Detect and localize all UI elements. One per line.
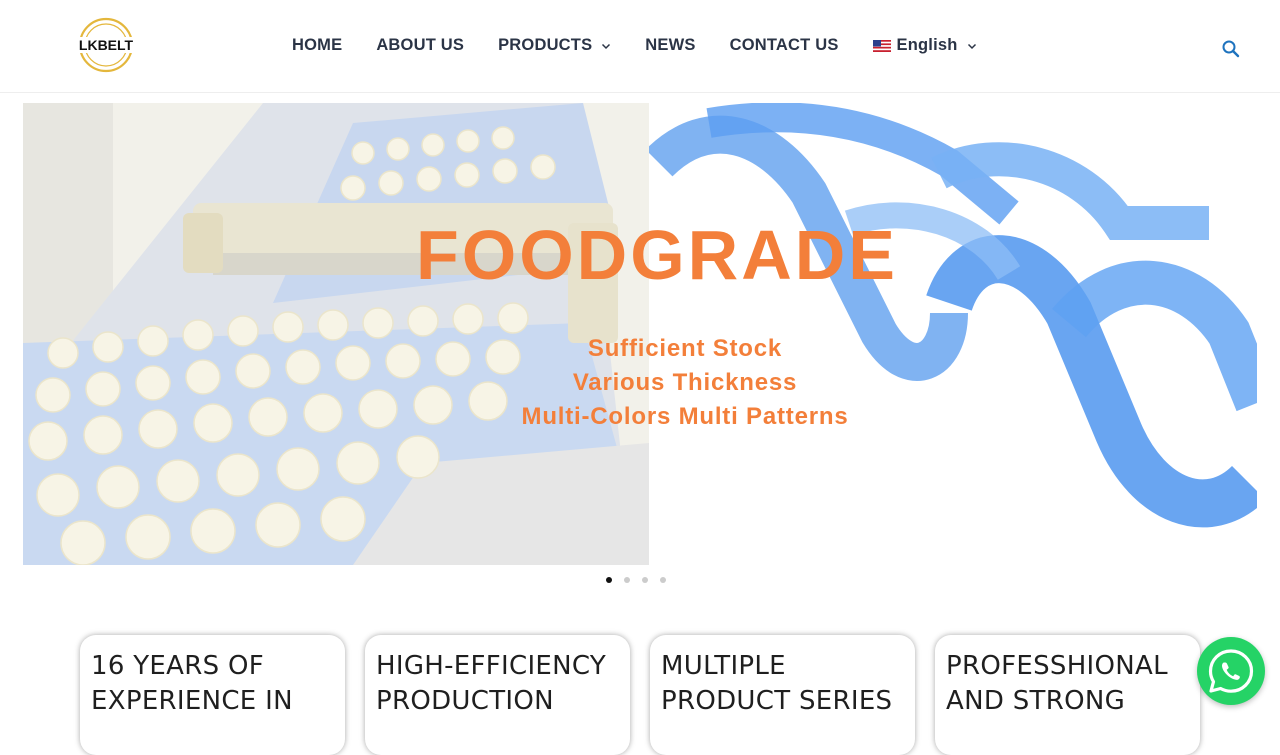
nav-contact[interactable]: CONTACT US [730, 36, 839, 55]
whatsapp-icon [1208, 649, 1254, 693]
chevron-down-icon [602, 43, 611, 49]
main-nav: HOME ABOUT US PRODUCTS NEWS CONTACT US E… [292, 36, 977, 55]
hero-line-2: Various Thickness [572, 369, 798, 396]
hero-line-3: Multi-Colors Multi Patterns [521, 403, 849, 430]
hero-line-1: Sufficient Stock [587, 335, 783, 362]
feature-card-title: HIGH-EFFICIENCY PRODUCTION [376, 651, 607, 716]
nav-products-label: PRODUCTS [498, 36, 593, 54]
feature-card: 16 YEARS OF EXPERIENCE IN [80, 635, 345, 755]
feature-card: HIGH-EFFICIENCY PRODUCTION [365, 635, 630, 755]
language-label: English [896, 36, 958, 54]
nav-home-label: HOME [292, 36, 343, 54]
slider-dot-3[interactable] [642, 577, 648, 583]
nav-news-label: NEWS [645, 36, 696, 54]
slider-dot-1[interactable] [606, 577, 612, 583]
nav-about[interactable]: ABOUT US [376, 36, 464, 55]
chevron-down-icon [967, 43, 976, 49]
slider-dot-2[interactable] [624, 577, 630, 583]
hero-headline: FOODGRADE [416, 216, 898, 294]
logo-text: LKBELT [79, 37, 134, 53]
nav-news[interactable]: NEWS [645, 36, 695, 55]
blue-belt-image [649, 103, 1257, 565]
whatsapp-button[interactable] [1197, 637, 1265, 705]
feature-cards: 16 YEARS OF EXPERIENCE IN HIGH-EFFICIENC… [80, 635, 1200, 755]
logo-mark: LKBELT [76, 17, 136, 73]
slider-dot-4[interactable] [660, 577, 666, 583]
cookie-conveyor-image [23, 103, 649, 565]
feature-card: MULTIPLE PRODUCT SERIES [650, 635, 915, 755]
search-icon[interactable] [1220, 38, 1242, 60]
feature-card: PROFESSHIONAL AND STRONG [935, 635, 1200, 755]
feature-card-title: 16 YEARS OF EXPERIENCE IN [91, 651, 293, 716]
cookie-conveyor-illustration [23, 103, 649, 565]
hero-slider[interactable]: FOODGRADE Sufficient Stock Various Thick… [23, 103, 1257, 565]
feature-card-title: PROFESSHIONAL AND STRONG [946, 651, 1168, 716]
site-header: LKBELT HOME ABOUT US PRODUCTS NEWS CONTA… [0, 0, 1280, 93]
nav-products[interactable]: PRODUCTS [498, 36, 611, 55]
nav-home[interactable]: HOME [292, 36, 342, 55]
feature-card-title: MULTIPLE PRODUCT SERIES [661, 651, 893, 716]
blue-belt-illustration [649, 103, 1257, 565]
nav-contact-label: CONTACT US [729, 36, 839, 54]
brand-logo[interactable]: LKBELT [76, 16, 136, 74]
us-flag-icon [872, 39, 891, 52]
slider-pagination [606, 577, 678, 583]
nav-about-label: ABOUT US [376, 36, 465, 54]
language-switcher[interactable]: English [872, 36, 977, 55]
